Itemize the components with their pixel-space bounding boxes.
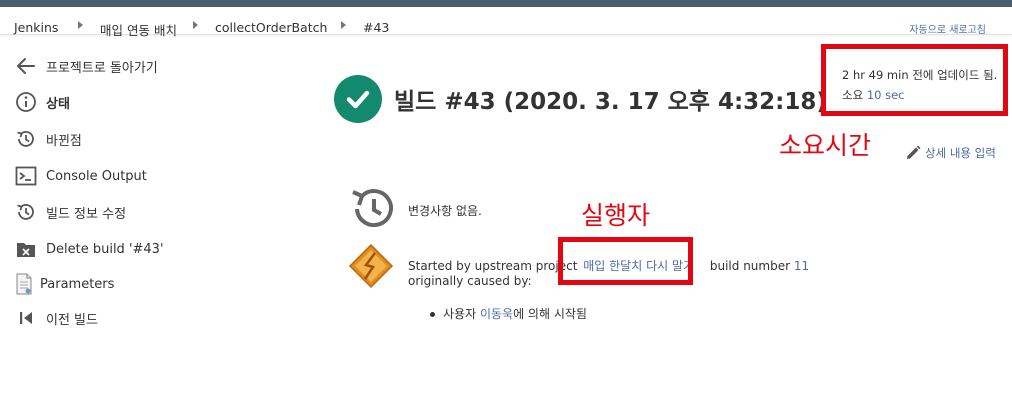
sidebar-item-label: 이전 빌드 [46,312,98,328]
started-by-user: 사용자 이동욱에 의해 시작됨 [430,305,587,322]
terminal-icon [14,164,38,188]
build-number-text: build number [709,259,791,273]
breadcrumb-batch-folder[interactable]: 매입 연동 배치 [100,20,177,39]
pencil-icon [907,145,921,159]
document-icon [14,272,34,296]
breadcrumb-separator-icon [341,21,346,29]
history-icon [14,200,38,224]
user-suffix: 에 의해 시작됨 [513,307,587,321]
header-bar [0,0,1012,7]
no-changes-text: 변경사항 없음. [408,204,482,218]
started-by-text: Started by upstream project [408,259,578,273]
upstream-trigger-icon [348,243,394,293]
edit-description-link[interactable]: 상세 내용 입력 [904,144,996,162]
build-heading: 빌드 #43 (2020. 3. 17 오후 4:32:18) [334,75,827,123]
sidebar-item-back-to-project[interactable]: 프로젝트로 돌아가기 [14,53,158,79]
executor-annotation: 실행자 [581,201,651,230]
edit-description-label: 상세 내용 입력 [925,146,996,160]
duration-annotation: 소요시간 [779,131,872,160]
changes-history-icon [347,183,401,237]
breadcrumb-jenkins[interactable]: Jenkins [14,20,58,35]
previous-icon [14,306,38,330]
sidebar-item-label: Parameters [40,276,115,292]
originally-caused-text: originally caused by: [408,274,532,288]
bullet-icon [430,312,435,317]
breadcrumb-build[interactable]: #43 [363,20,389,35]
upstream-build-number-link[interactable]: 11 [794,259,809,273]
breadcrumb-separator-icon [78,21,83,29]
duration-highlight-box [821,44,1008,116]
info-icon [14,90,38,114]
executor-highlight-box [558,237,693,285]
breadcrumb-project[interactable]: collectOrderBatch [215,20,327,35]
user-prefix: 사용자 [443,307,477,321]
sidebar-item-label: Delete build '#43' [46,241,164,257]
page-title: 빌드 #43 (2020. 3. 17 오후 4:32:18) [394,89,827,115]
sidebar-item-label: 상태 [46,96,70,112]
breadcrumb: Jenkins 매입 연동 배치 collectOrderBatch #43 자… [0,7,1012,38]
sidebar-item-delete-build[interactable]: Delete build '#43' [14,236,164,262]
sidebar-item-label: Console Output [46,168,147,184]
sidebar-item-label: 프로젝트로 돌아가기 [46,60,158,76]
auto-refresh-link[interactable]: 자동으로 새로고침 [909,21,986,36]
history-icon [14,127,38,151]
success-check-icon [334,75,382,123]
sidebar-item-previous-build[interactable]: 이전 빌드 [14,305,98,331]
breadcrumb-separator-icon [193,21,198,29]
sidebar-item-console-output[interactable]: Console Output [14,163,147,189]
sidebar-item-parameters[interactable]: Parameters [14,271,114,297]
arrow-left-icon [14,54,38,78]
folder-delete-icon [14,237,38,261]
sidebar-item-label: 바뀐점 [46,133,82,149]
sidebar-item-edit-build-info[interactable]: 빌드 정보 수정 [14,199,126,225]
sidebar-item-label: 빌드 정보 수정 [46,206,127,222]
sidebar-item-status[interactable]: 상태 [14,89,70,115]
sidebar-item-changes[interactable]: 바뀐점 [14,126,82,152]
user-link[interactable]: 이동욱 [480,307,513,321]
